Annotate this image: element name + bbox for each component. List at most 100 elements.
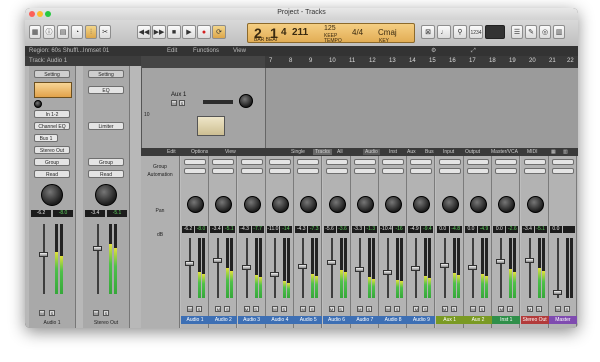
pan-knob[interactable] [243,196,261,213]
group-slot[interactable] [551,159,574,165]
volume-fader[interactable] [552,290,562,295]
automation-mode[interactable] [325,168,348,174]
group-slot[interactable] [325,159,348,165]
record-button[interactable]: ● [197,25,211,39]
smart-controls-button[interactable]: ◔ [71,25,83,39]
volume-fader[interactable] [411,266,421,272]
volume-fader[interactable] [93,246,102,251]
pan-knob[interactable] [385,196,403,213]
tab-master-vca[interactable]: Master/VCA [491,149,518,155]
pan-knob[interactable] [215,196,233,213]
editors-button[interactable]: ✂ [99,25,111,39]
snap-icon[interactable]: ⚙ [431,46,436,56]
solo-button[interactable]: S [196,306,202,312]
mute-button[interactable]: M [93,310,99,316]
group-slot[interactable] [467,159,489,165]
group-slot[interactable] [212,159,235,165]
automation-mode[interactable] [495,168,518,174]
group-slot[interactable] [240,159,263,165]
pan-knob[interactable] [300,196,318,213]
automation-mode[interactable] [438,168,461,174]
group-slot[interactable] [523,159,546,165]
lcd-display[interactable]: 2 1 4 211 BAR BEAT 125 KEEP TEMPO 4/4 Cm… [247,23,415,44]
mute-button[interactable]: M [300,306,307,312]
list-view-icon[interactable]: ▥ [563,149,568,155]
volume-fader[interactable] [354,267,364,273]
pan-knob[interactable] [526,196,544,213]
arrange-view-menu[interactable]: View [233,46,246,56]
mute-button[interactable]: M [554,306,561,312]
mute-button[interactable]: M [271,306,278,312]
send-slot[interactable]: Bus 1 [34,134,58,142]
solo-button[interactable]: S [103,310,109,316]
cpu-meter[interactable]: 1234 [469,25,483,39]
volume-fader[interactable] [496,258,506,264]
tuner-button[interactable]: ♩ [437,25,451,39]
automation-mode[interactable] [410,168,433,174]
zoom-icon[interactable]: ⤢ [471,46,476,56]
track-bar[interactable]: Track: Audio 1 [25,56,141,66]
tab-inst[interactable]: Inst [389,149,397,155]
tab-input[interactable]: Input [443,149,454,155]
group-slot[interactable]: Group [88,158,124,166]
replace-button[interactable]: ⊠ [421,25,435,39]
pan-knob[interactable] [41,184,63,206]
automation-mode[interactable] [523,168,546,174]
mute-button[interactable]: M [385,306,392,312]
group-slot[interactable]: Group [34,158,70,166]
automation-mode[interactable] [297,168,320,174]
mute-button[interactable]: M [413,306,420,312]
group-slot[interactable] [495,159,518,165]
solo-button[interactable]: S [49,310,55,316]
automation-mode[interactable] [184,168,206,174]
help-button[interactable]: ⓘ [43,25,55,39]
mute-button[interactable]: M [526,306,533,312]
volume-fader[interactable] [269,271,279,277]
volume-fader[interactable] [439,262,449,268]
volume-fader[interactable] [241,265,251,271]
volume-fader[interactable] [298,264,308,269]
input-slot[interactable]: In 1-2 [34,110,70,118]
pan-knob[interactable] [498,196,516,213]
pan-knob[interactable] [441,196,459,213]
eq-button[interactable]: EQ [88,86,124,94]
volume-fader[interactable] [185,261,194,267]
volume-fader[interactable] [383,270,393,276]
tab-tracks[interactable]: Tracks [313,149,332,155]
forward-button[interactable]: ▶▶ [152,25,166,39]
mute-button[interactable]: M [328,306,335,312]
mute-button[interactable]: M [356,306,363,312]
automation-mode[interactable] [240,168,263,174]
solo-button[interactable]: S [450,306,457,312]
solo-button[interactable]: S [394,306,401,312]
grid-view-icon[interactable]: ▦ [551,149,556,155]
track-header[interactable]: 10 Aux 1 M S [141,68,266,148]
ruler[interactable]: 7 8 9 10 11 12 13 14 15 16 17 18 19 20 2… [141,56,578,68]
volume-fader[interactable] [468,264,477,270]
loop-browser-button[interactable]: ◎ [539,25,551,39]
group-slot[interactable] [297,159,320,165]
solo-button[interactable]: S [337,306,344,312]
mute-button[interactable]: M [470,306,476,312]
pan-knob[interactable] [187,196,204,213]
plugin-slot-channel-eq[interactable]: Channel EQ [34,122,70,130]
track-pan-knob[interactable] [239,94,253,108]
solo-button[interactable]: ⚲ [453,25,467,39]
solo-button[interactable]: S [365,306,372,312]
tab-output[interactable]: Output [465,149,480,155]
solo-button[interactable]: S [479,306,485,312]
output-slot[interactable]: Stereo Out [34,146,70,154]
pan-knob[interactable] [470,196,487,213]
solo-button[interactable]: S [252,306,259,312]
track-mute-button[interactable]: M [171,100,177,106]
stop-button[interactable]: ■ [167,25,181,39]
volume-fader[interactable] [524,257,534,263]
tab-all[interactable]: All [337,149,343,155]
browsers-button[interactable]: ▥ [553,25,565,39]
solo-button[interactable]: S [422,306,429,312]
group-slot[interactable] [268,159,291,165]
solo-button[interactable]: S [280,306,287,312]
automation-mode[interactable]: Read [88,170,124,178]
setting-button[interactable]: Setting [88,70,124,78]
automation-mode[interactable] [212,168,235,174]
